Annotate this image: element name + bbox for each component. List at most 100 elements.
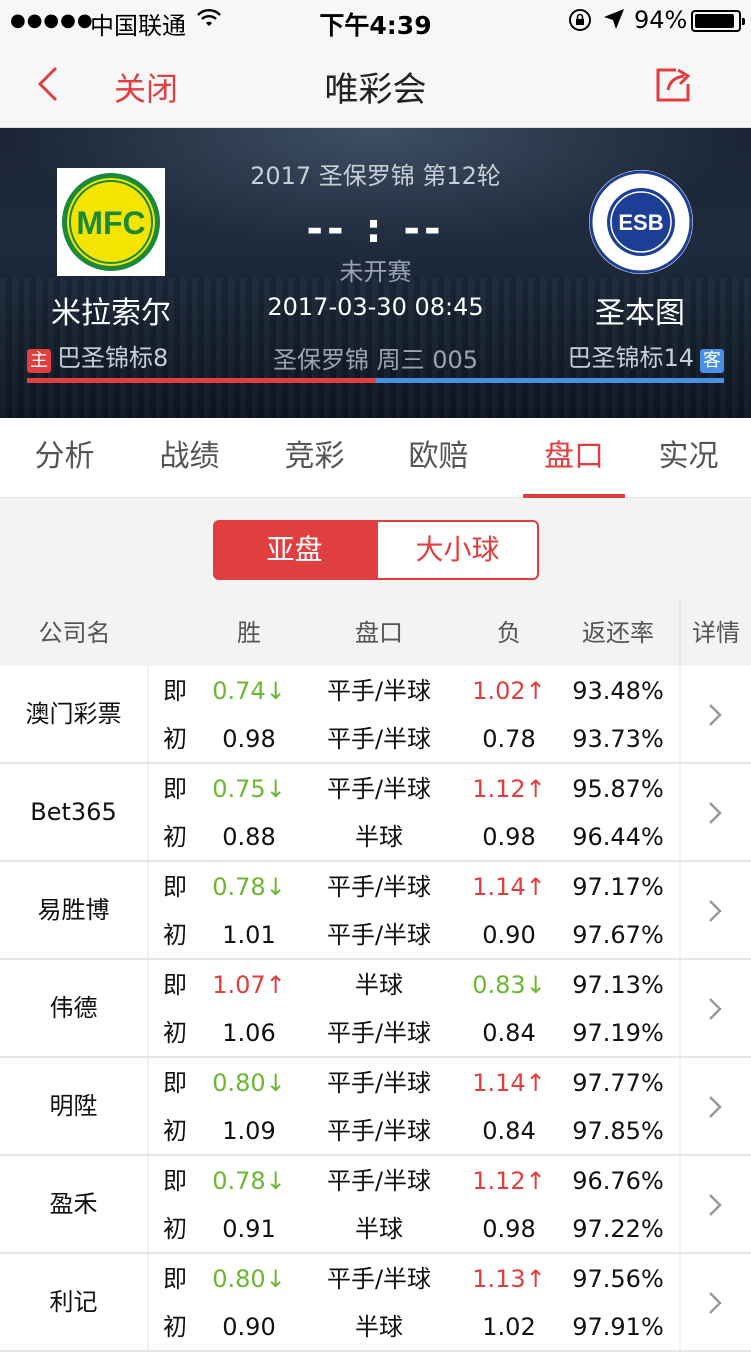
initial-odds-line: 初 1.06 平手/半球 0.84 97.19% [149,1008,679,1056]
lose-odds: 0.78 [482,725,536,753]
return-rate: 96.44% [572,823,664,851]
pankou: 半球 [355,823,403,851]
win-odds: 0.74↓ [212,677,286,705]
current-odds-line: 即 0.78↓ 平手/半球 1.14↑ 97.17% [149,862,679,910]
label-init: 初 [163,1215,187,1243]
initial-odds-line: 初 0.98 平手/半球 0.78 93.73% [149,714,679,762]
return-rate: 97.67% [572,921,664,949]
detail-chevron-icon[interactable] [679,960,751,1056]
company-name: 澳门彩票 [0,666,149,762]
detail-chevron-icon[interactable] [679,666,751,762]
label-now: 即 [163,971,187,999]
lose-odds: 0.90 [482,921,536,949]
segment-asian-handicap[interactable]: 亚盘 [213,520,376,580]
tab-euro-odds[interactable]: 欧赔 [376,418,501,498]
initial-odds-line: 初 1.09 平手/半球 0.84 97.85% [149,1106,679,1154]
lose-odds: 0.98 [482,823,536,851]
company-name: 伟德 [0,960,149,1056]
page-title: 唯彩会 [324,70,427,110]
navigation-bar: 关闭 唯彩会 [0,42,751,128]
company-name: 利记 [0,1254,149,1350]
segment-over-under[interactable]: 大小球 [376,520,539,580]
battery-percent: 94% [634,6,688,34]
win-odds: 0.80↓ [212,1265,286,1293]
label-init: 初 [163,1117,187,1145]
header-win: 胜 [237,619,261,647]
detail-chevron-icon[interactable] [679,862,751,958]
return-rate: 97.19% [572,1019,664,1047]
lose-odds: 1.12↑ [472,1167,546,1195]
lose-odds: 0.98 [482,1215,536,1243]
lose-odds: 1.14↑ [472,1069,546,1097]
tab-record[interactable]: 战绩 [127,418,252,498]
pankou: 平手/半球 [326,775,432,803]
score: -- : -- [306,206,445,252]
rotation-lock-icon [569,9,591,31]
detail-chevron-icon[interactable] [679,1156,751,1252]
away-bar [376,378,724,383]
lose-odds: 1.12↑ [472,775,546,803]
return-rate: 95.87% [572,775,664,803]
location-icon [604,9,624,29]
return-rate: 96.76% [572,1167,664,1195]
lose-odds: 0.84 [482,1019,536,1047]
lose-odds: 1.02↑ [472,677,546,705]
label-now: 即 [163,873,187,901]
tab-bar: 分析 战绩 竞彩 欧赔 盘口 实况 [0,418,751,498]
return-rate: 97.91% [572,1313,664,1341]
status-bar: ●●●●● 中国联通 下午4:39 94% [0,0,751,42]
company-name: Bet365 [0,764,149,860]
return-rate: 97.77% [572,1069,664,1097]
table-row[interactable]: 伟德 即 1.07↑ 半球 0.83↓ 97.13% 初 1.06 平手/半球 … [0,960,751,1058]
pankou: 平手/半球 [326,873,432,901]
win-odds: 0.80↓ [212,1069,286,1097]
label-now: 即 [163,1265,187,1293]
current-odds-line: 即 0.74↓ 平手/半球 1.02↑ 93.48% [149,666,679,714]
detail-chevron-icon[interactable] [679,764,751,860]
initial-odds-line: 初 1.01 平手/半球 0.90 97.67% [149,910,679,958]
header-return: 返还率 [582,619,654,647]
match-datetime: 2017-03-30 08:45 [267,293,484,321]
win-odds: 1.09 [222,1117,276,1145]
match-header: 2017 圣保罗锦 第12轮 MFC ESB -- : -- 未开赛 米拉索尔 … [0,128,751,418]
away-tag: 客 [700,349,724,373]
tab-live[interactable]: 实况 [626,418,751,498]
label-init: 初 [163,1313,187,1341]
label-init: 初 [163,921,187,949]
tab-pankou[interactable]: 盘口 [523,418,625,498]
table-header: 公司名 胜 盘口 负 返还率 详情 [0,600,751,666]
label-now: 即 [163,775,187,803]
table-row[interactable]: 明陞 即 0.80↓ 平手/半球 1.14↑ 97.77% 初 1.09 平手/… [0,1058,751,1156]
pankou: 平手/半球 [326,1167,432,1195]
pankou: 平手/半球 [326,677,432,705]
tab-analysis[interactable]: 分析 [2,418,127,498]
lose-odds: 1.02 [482,1313,536,1341]
win-odds: 0.78↓ [212,873,286,901]
battery-icon [691,10,745,32]
table-row[interactable]: 利记 即 0.80↓ 平手/半球 1.13↑ 97.56% 初 0.90 半球 … [0,1254,751,1352]
lose-odds: 1.14↑ [472,873,546,901]
label-init: 初 [163,1019,187,1047]
pankou: 平手/半球 [326,1117,432,1145]
win-odds: 1.01 [222,921,276,949]
table-row[interactable]: Bet365 即 0.75↓ 平手/半球 1.12↑ 95.87% 初 0.88… [0,764,751,862]
pankou: 平手/半球 [326,1069,432,1097]
away-rank-text: 巴圣锦标14 [567,344,694,372]
share-icon[interactable] [654,66,694,104]
label-now: 即 [163,677,187,705]
away-rank: 巴圣锦标14 客 [567,338,724,373]
lose-odds: 0.83↓ [472,971,546,999]
initial-odds-line: 初 0.88 半球 0.98 96.44% [149,812,679,860]
win-odds: 0.98 [222,725,276,753]
table-row[interactable]: 澳门彩票 即 0.74↓ 平手/半球 1.02↑ 93.48% 初 0.98 平… [0,666,751,764]
detail-chevron-icon[interactable] [679,1058,751,1154]
tab-jingcai[interactable]: 竞彩 [252,418,377,498]
table-row[interactable]: 易胜博 即 0.78↓ 平手/半球 1.14↑ 97.17% 初 1.01 平手… [0,862,751,960]
company-name: 易胜博 [0,862,149,958]
table-row[interactable]: 盈禾 即 0.78↓ 平手/半球 1.12↑ 96.76% 初 0.91 半球 … [0,1156,751,1254]
segment-area: 亚盘 大小球 [0,498,751,600]
label-now: 即 [163,1069,187,1097]
detail-chevron-icon[interactable] [679,1254,751,1350]
current-odds-line: 即 0.80↓ 平手/半球 1.13↑ 97.56% [149,1254,679,1302]
lose-odds: 1.13↑ [472,1265,546,1293]
